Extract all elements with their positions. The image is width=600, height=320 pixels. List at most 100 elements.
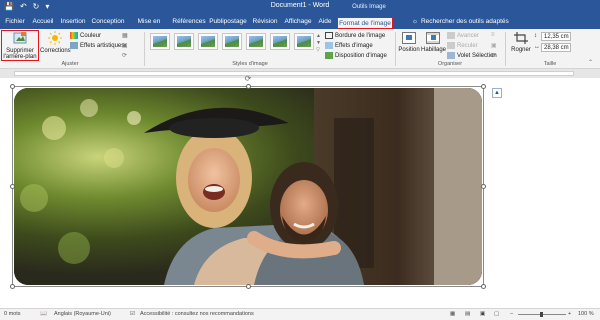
align-icon[interactable]: ≡ bbox=[491, 32, 495, 38]
proofing-icon[interactable]: 📖 bbox=[40, 311, 47, 317]
separator bbox=[395, 32, 396, 66]
artistic-effects-button[interactable]: Effets artistiques bbox=[70, 42, 124, 49]
sun-icon bbox=[48, 31, 62, 45]
tab-review[interactable]: Révision bbox=[251, 15, 279, 29]
send-backward-label: Reculer bbox=[457, 42, 478, 49]
tab-home[interactable]: Accueil bbox=[30, 15, 56, 29]
height-field[interactable]: 12,35 cm bbox=[541, 32, 571, 41]
position-icon bbox=[402, 32, 416, 44]
zoom-in-icon[interactable]: + bbox=[568, 311, 571, 317]
window-title: Document1 - Word bbox=[270, 2, 330, 9]
resize-handle-right[interactable] bbox=[481, 184, 486, 189]
picture-style-2[interactable] bbox=[174, 33, 194, 50]
bring-forward-label: Avancer bbox=[457, 32, 479, 39]
resize-handle-top-left[interactable] bbox=[10, 84, 15, 89]
web-layout-icon[interactable]: ▢ bbox=[494, 311, 499, 317]
word-count[interactable]: 0 mots bbox=[4, 311, 21, 317]
separator bbox=[505, 32, 506, 66]
read-mode-icon[interactable]: ▤ bbox=[465, 311, 470, 317]
picture-style-4[interactable] bbox=[222, 33, 242, 50]
border-icon bbox=[325, 32, 333, 39]
tab-references[interactable]: Références bbox=[172, 15, 206, 29]
layout-icon bbox=[325, 52, 333, 59]
reset-picture-icon[interactable]: ⟳ bbox=[122, 52, 127, 59]
accessibility-icon[interactable]: ☑ bbox=[130, 311, 135, 317]
picture-style-6[interactable] bbox=[270, 33, 290, 50]
status-bar: 0 mots 📖 Anglais (Royaume-Uni) ☑ Accessi… bbox=[0, 308, 600, 320]
corrections-button[interactable]: Corrections bbox=[40, 31, 71, 54]
highlight-remove-background bbox=[1, 30, 39, 61]
print-layout-icon[interactable]: ▣ bbox=[480, 311, 485, 317]
picture-style-5[interactable] bbox=[246, 33, 266, 50]
artistic-effects-label: Effets artistiques bbox=[80, 42, 125, 49]
ribbon-tab-bar: Fichier Accueil Insertion Conception Mis… bbox=[0, 15, 600, 39]
tab-mailings[interactable]: Publipostage bbox=[209, 15, 247, 29]
corrections-label: Corrections bbox=[40, 48, 71, 54]
wrap-text-label: Habillage bbox=[421, 47, 447, 53]
crop-label: Rogner bbox=[511, 47, 531, 53]
send-backward-button[interactable]: Reculer bbox=[447, 42, 478, 49]
search-box[interactable]: ☼ Rechercher des outils adaptés bbox=[412, 15, 509, 29]
resize-handle-top[interactable] bbox=[246, 84, 251, 89]
language[interactable]: Anglais (Royaume-Uni) bbox=[54, 311, 111, 317]
position-label: Position bbox=[398, 47, 420, 53]
picture-selection-frame bbox=[12, 86, 484, 287]
rotate-handle-icon[interactable]: ⟳ bbox=[242, 74, 254, 83]
focus-mode-icon[interactable]: ▦ bbox=[450, 311, 455, 317]
context-group-label: Outils Image bbox=[352, 4, 386, 10]
selection-pane-icon bbox=[447, 52, 455, 59]
styles-scroll-down-icon[interactable]: ▼ bbox=[316, 40, 321, 46]
picture-effects-button[interactable]: Effets d'image bbox=[325, 42, 373, 49]
picture-border-button[interactable]: Bordure de l'image bbox=[325, 32, 385, 39]
group-size-label: Taille bbox=[543, 61, 557, 67]
effects-icon bbox=[325, 42, 333, 49]
separator bbox=[144, 32, 145, 66]
resize-handle-left[interactable] bbox=[10, 184, 15, 189]
ribbon: Supprimer l'arrière-plan Corrections Cou… bbox=[0, 29, 600, 69]
styles-scroll-up-icon[interactable]: ▲ bbox=[316, 33, 321, 39]
tab-help[interactable]: Aide bbox=[316, 15, 334, 29]
resize-handle-top-right[interactable] bbox=[481, 84, 486, 89]
tab-design[interactable]: Conception bbox=[91, 15, 125, 29]
change-picture-icon[interactable]: ▣ bbox=[122, 42, 128, 49]
resize-handle-bottom-right[interactable] bbox=[481, 284, 486, 289]
color-button[interactable]: Couleur bbox=[70, 32, 101, 39]
artistic-effects-icon bbox=[70, 42, 78, 49]
picture-style-3[interactable] bbox=[198, 33, 218, 50]
zoom-level[interactable]: 100 % bbox=[578, 311, 594, 317]
collapse-ribbon-icon[interactable]: ⌃ bbox=[588, 59, 593, 66]
zoom-slider-thumb[interactable] bbox=[540, 312, 543, 317]
picture-style-7[interactable] bbox=[294, 33, 314, 50]
title-bar: 💾 ↶ ↻ ▾ Document1 - Word Outils Image bbox=[0, 0, 600, 15]
styles-more-icon[interactable]: ▽ bbox=[316, 47, 320, 53]
picture-style-1[interactable] bbox=[150, 33, 170, 50]
wrap-text-button[interactable]: Habillage bbox=[421, 32, 447, 53]
accessibility-status[interactable]: Accessibilité : consultez nos recommanda… bbox=[140, 311, 254, 317]
ruler-track bbox=[14, 71, 574, 76]
wrap-text-icon bbox=[426, 32, 440, 44]
compress-icon[interactable]: ▦ bbox=[122, 32, 128, 39]
crop-button[interactable]: Rogner bbox=[510, 32, 532, 53]
selection-pane-button[interactable]: Volet Sélection bbox=[447, 52, 497, 59]
horizontal-ruler bbox=[0, 69, 600, 77]
picture-layout-button[interactable]: Disposition d'image bbox=[325, 52, 387, 59]
group-adjust-label: Ajuster bbox=[61, 61, 79, 67]
width-field[interactable]: 28,38 cm bbox=[541, 43, 571, 52]
rotate-icon[interactable]: ⟳ bbox=[491, 52, 496, 59]
zoom-out-icon[interactable]: – bbox=[510, 311, 513, 317]
tab-view[interactable]: Affichage bbox=[283, 15, 313, 29]
tab-file[interactable]: Fichier bbox=[2, 15, 28, 29]
resize-handle-bottom[interactable] bbox=[246, 284, 251, 289]
tab-layout[interactable]: Mise en page bbox=[130, 15, 168, 39]
resize-handle-bottom-left[interactable] bbox=[10, 284, 15, 289]
color-icon bbox=[70, 32, 78, 39]
layout-options-icon[interactable]: ▲ bbox=[492, 88, 502, 98]
group-styles-label: Styles d'image bbox=[232, 61, 268, 67]
tab-insert[interactable]: Insertion bbox=[59, 15, 87, 29]
position-button[interactable]: Position bbox=[398, 32, 420, 53]
tab-picture-format[interactable]: Format de l'image bbox=[337, 17, 393, 29]
crop-icon bbox=[514, 32, 528, 44]
bring-forward-button[interactable]: Avancer bbox=[447, 32, 479, 39]
group-icon[interactable]: ▣ bbox=[491, 42, 497, 49]
picture-effects-label: Effets d'image bbox=[335, 42, 373, 49]
